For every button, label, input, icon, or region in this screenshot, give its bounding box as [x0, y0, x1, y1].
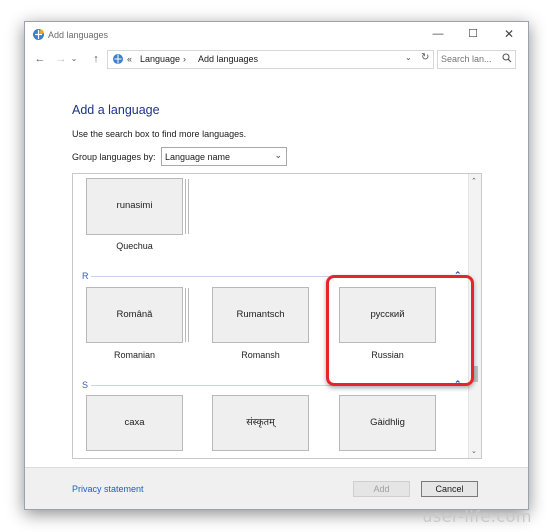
search-icon[interactable] [502, 53, 512, 65]
tile-native-name: runasimi [116, 200, 153, 211]
add-button[interactable]: Add [353, 481, 410, 497]
back-button[interactable]: ← [32, 51, 48, 67]
scroll-up-arrow-icon[interactable]: ⌃ [471, 177, 477, 185]
page-title: Add a language [72, 103, 160, 117]
group-by-value: Language name [165, 152, 231, 162]
watermark: user-life.com [422, 507, 532, 526]
tile-native-name: Rumantsch [236, 309, 285, 320]
language-tile-romansh[interactable]: Rumantsch [212, 287, 309, 343]
refresh-button[interactable]: ↻ [421, 52, 429, 63]
group-by-label: Group languages by: [72, 152, 156, 162]
footer-bar: Privacy statement Add Cancel [25, 467, 528, 509]
title-bar: Add languages — ☐ ✕ [25, 22, 528, 48]
section-header-letter: R [82, 271, 89, 281]
group-by-select[interactable]: Language name ⌄ [161, 147, 287, 166]
up-button[interactable]: ↑ [88, 51, 104, 67]
selection-highlight [326, 275, 474, 386]
address-dropdown-button[interactable]: ⌄ [405, 53, 412, 62]
tile-native-name: Gàidhlig [370, 417, 405, 428]
search-input[interactable] [441, 53, 496, 65]
scroll-down-arrow-icon[interactable]: ⌄ [471, 447, 477, 455]
navigation-bar: ← → ⌄ ↑ « Language › Add languages ⌄ ↻ [25, 48, 528, 72]
address-bar[interactable]: « Language › Add languages ⌄ ↻ [107, 50, 434, 69]
instructions-text: Use the search box to find more language… [72, 129, 247, 139]
tile-caption: Quechua [116, 241, 153, 251]
language-tile-sanskrit[interactable]: संस्कृतम् [212, 395, 309, 451]
minimize-button[interactable]: — [428, 26, 448, 42]
tile-caption: Romansh [241, 350, 280, 360]
breadcrumb-separator[interactable]: › [183, 54, 186, 64]
section-header-letter: S [82, 380, 89, 390]
privacy-statement-link[interactable]: Privacy statement [72, 484, 144, 494]
tile-native-name: संस्कृतम् [246, 417, 275, 428]
language-icon [32, 28, 45, 43]
cancel-button[interactable]: Cancel [421, 481, 478, 497]
language-tile-sakha[interactable]: саха [86, 395, 183, 451]
search-box[interactable] [437, 50, 516, 69]
maximize-button[interactable]: ☐ [463, 26, 483, 42]
language-tile-quechua[interactable]: runasimi [86, 178, 183, 235]
tile-native-name: саха [124, 417, 145, 428]
recent-locations-button[interactable]: ⌄ [69, 51, 79, 67]
chevron-down-icon: ⌄ [274, 150, 282, 160]
close-button[interactable]: ✕ [499, 26, 519, 42]
control-panel-icon [112, 53, 124, 67]
tile-caption: Romanian [113, 350, 156, 360]
language-tile-romanian[interactable]: Română [86, 287, 183, 343]
breadcrumb-add-languages[interactable]: Add languages [198, 54, 258, 64]
breadcrumb-language[interactable]: Language [140, 54, 180, 64]
breadcrumb-overflow[interactable]: « [127, 54, 132, 64]
tile-native-name: Română [116, 309, 153, 320]
window-title: Add languages [48, 30, 109, 40]
language-tile-scottish-gaelic[interactable]: Gàidhlig [339, 395, 436, 451]
add-languages-window: Add languages — ☐ ✕ ← → ⌄ ↑ « Language ›… [24, 21, 529, 510]
forward-button[interactable]: → [53, 51, 69, 67]
